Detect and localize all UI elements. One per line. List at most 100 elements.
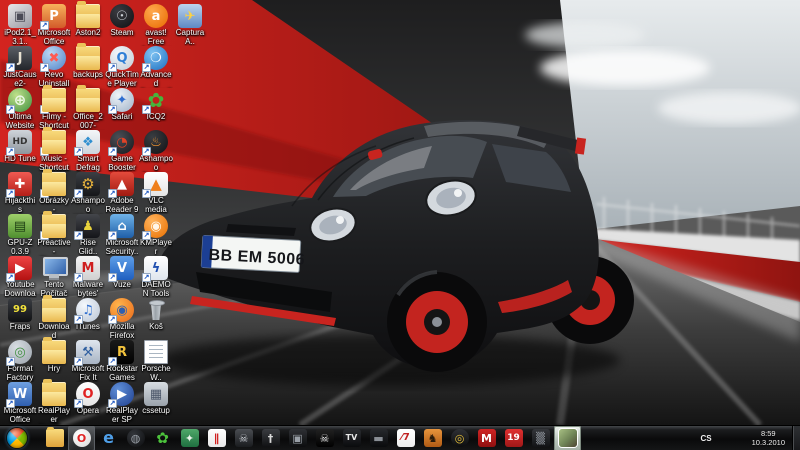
desktop-icon-kmplayer[interactable]: ◉ ↗ KMPlayer [139,214,173,256]
app-icon: ⊕ [14,93,27,108]
taskbar-app-icon: ▣ [292,433,302,444]
app-icon: P [49,10,59,23]
taskbar-game-emblem-button[interactable]: ◎ [446,426,473,450]
desktop-icon-fixit-center[interactable]: ⚒ ↗ Microsoft Fix It Center [71,340,105,382]
taskbar-game-armor-button[interactable]: ☠ [230,426,257,450]
desktop-icon-daemon-tools[interactable]: ϟ ↗ DAEMON Tools Lite [139,256,173,298]
language-indicator[interactable]: CS [697,434,716,443]
desktop-icon-safari[interactable]: ✦ ↗ Safari [105,88,139,130]
desktop-icon-gpuz[interactable]: ▤ GPU-Z 0.3.9 [3,214,37,256]
desktop-icon-smart-defrag[interactable]: ❖ ↗ Smart Defrag [71,130,105,172]
desktop-icon-rise-glid[interactable]: ♟ ↗ Rise Glid.. [71,214,105,256]
desktop-icon-ultima-website[interactable]: ⊕ ↗ Ultima Website [3,88,37,130]
desktop-icon-ashampoo-burning[interactable]: ♨ ↗ Ashampoo Burning .. [139,130,173,172]
desktop-icon-obrazky-folder[interactable]: ↗ Obrázky - Shortcut [37,172,71,214]
desktop-icon-hry-folder[interactable]: Hry [37,340,71,382]
desktop-icon-adobe-reader[interactable]: ▲ ↗ Adobe Reader 9 [105,172,139,214]
desktop-icon-firefox[interactable]: ◉ ↗ Mozilla Firefox [105,298,139,340]
desktop-icon-vlc[interactable]: ▲ ↗ VLC media player [139,172,173,214]
taskbar-game-green-button[interactable]: ✦ [176,426,203,450]
taskbar-game-19-button[interactable]: 19 [500,426,527,450]
desktop-icon-office2007-folder[interactable]: Office_2007-instalátor [71,88,105,130]
app-icon: R [117,346,127,359]
desktop-icon-format-factory[interactable]: ◎ ↗ Format Factory [3,340,37,382]
desktop-icon-justcause2[interactable]: J ↗ JustCause2-skidrow [3,46,37,88]
taskbar-game-monitor-button[interactable]: ▣ [284,426,311,450]
taskbar-game-orange-button[interactable]: ♞ [419,426,446,450]
system-tray: CS 8:59 10.3.2010 [697,426,800,450]
desktop-icon-tento-pocitac[interactable]: Tento Počítač [37,256,71,298]
desktop-icon-music-folder[interactable]: ↗ Music - Shortcut [37,130,71,172]
desktop-icon-rockstar[interactable]: R ↗ Rockstar Games Soci.. [105,340,139,382]
taskbar-game-skull-button[interactable]: ☠ [311,426,338,450]
desktop-icon-avast[interactable]: a avast! Free Antivirus [139,4,173,46]
desktop-icon-steam[interactable]: ☉ Steam [105,4,139,46]
app-icon: ✦ [117,94,128,107]
taskbar-game-dark-button[interactable]: ▬ [365,426,392,450]
desktop-icon-recycle-bin[interactable]: Koš [139,298,173,340]
icon-label: JustCause2-skidrow [3,71,37,88]
icon-label: Safari [105,113,139,122]
desktop-icon-powerpoint[interactable]: P ↗ Microsoft Office Po.. [37,4,71,46]
app-icon: ▲ [117,178,127,191]
desktop-icon-quicktime[interactable]: Q ↗ QuickTime Player [105,46,139,88]
desktop-icon-ms-security[interactable]: ⌂ ↗ Microsoft Security.. [105,214,139,256]
desktop-icon-aston2-folder[interactable]: Aston2 [71,4,105,46]
shortcut-arrow-icon: ↗ [74,231,83,240]
desktop-icon-game-booster[interactable]: ◔ ↗ Game Booster [105,130,139,172]
taskbar-nfs-shift-button[interactable]: ∥ [203,426,230,450]
taskbar-gta-button[interactable]: ◍ [122,426,149,450]
icon-label: Rockstar Games Soci.. [105,365,139,382]
app-icon: ♫ [82,304,94,317]
desktop-icon-hd-tune[interactable]: HD ↗ HD Tune [3,130,37,172]
clock[interactable]: 8:59 10.3.2010 [746,429,792,447]
desktop-icon-cssetup[interactable]: ▦ cssetup [139,382,173,424]
desktop-icon-icq[interactable]: ✿ ↗ ICQ2 [139,88,173,130]
app-icon: ⌂ [117,220,126,233]
start-button[interactable] [6,427,28,449]
app-icon: ♟ [82,220,94,233]
app-icon: ▶ [15,262,25,275]
desktop-icon-realplayer-sp[interactable]: ▶ ↗ RealPlayer SP [105,382,139,424]
taskbar-game-pixel-button[interactable]: ▒ [527,426,554,450]
license-plate: BB EM 5006 [201,235,306,272]
desktop-icon-advanced-systemcare[interactable]: ❍ ↗ Advanced SystemCare [139,46,173,88]
taskbar-app-icon: ♞ [428,433,438,444]
desktop-icon-youtube-downloader[interactable]: ▶ ↗ Youtube Download.. [3,256,37,298]
desktop-icon-backups-folder[interactable]: backups [71,46,105,88]
desktop-icon-itunes[interactable]: ♫ ↗ iTunes [71,298,105,340]
show-desktop-button[interactable] [792,426,800,450]
taskbar-slash7-button[interactable]: ⁄7 [392,426,419,450]
taskbar-explorer-button[interactable] [41,426,68,450]
app-icon: ❍ [150,52,162,65]
icon-label: RealPlayer Downloads [37,407,71,424]
desktop-icon-revo-uninstaller[interactable]: ✖ ↗ Revo Uninstaller [37,46,71,88]
desktop[interactable]: BB EM 5006 ▣ iPod2.1_3.1.. [0,0,800,450]
desktop-icon-filmy-folder[interactable]: ↗ Filmy - Shortcut [37,88,71,130]
taskbar-game-assassin-button[interactable]: † [257,426,284,450]
icon-label: KMPlayer [139,239,173,256]
desktop-icon-preactive-folder[interactable]: ↗ Preactive - Shortcut [37,214,71,256]
app-icon: ⚒ [82,346,94,359]
desktop-icon-word[interactable]: W ↗ Microsoft Office Wo.. [3,382,37,424]
icon-label: DAEMON Tools Lite [139,281,173,298]
taskbar-icq-button[interactable]: ✿ [149,426,176,450]
desktop-icon-winoptimizer[interactable]: ⚙ ↗ Ashampoo WinOptimi.. [71,172,105,214]
desktop-icon-vuze[interactable]: V ↗ Vuze [105,256,139,298]
desktop-icon-hijackthis[interactable]: ✚ ↗ Hijackthis [3,172,37,214]
taskbar-tv-button[interactable]: TV [338,426,365,450]
desktop-icon-malwarebytes[interactable]: M ↗ Malwarebytes' Anti-Malware [71,256,105,298]
icon-label: Office_2007-instalátor [71,113,105,130]
icon-label: backups [71,71,105,80]
desktop-icon-fraps[interactable]: 99 Fraps [3,298,37,340]
desktop-icon-porsche-doc[interactable]: Porsche W.. [139,340,173,382]
desktop-icon-download-folder[interactable]: Download programů [37,298,71,340]
taskbar-photo-viewer-button[interactable] [554,426,581,450]
taskbar-opera-button[interactable]: O [68,426,95,450]
desktop-icon-captura[interactable]: ✈ Captura A.. [173,4,207,46]
desktop-icon-realplayer-folder[interactable]: RealPlayer Downloads [37,382,71,424]
desktop-icon-ipod-firmware[interactable]: ▣ iPod2.1_3.1.. [3,4,37,46]
taskbar-ie-button[interactable]: e [95,426,122,450]
desktop-icon-opera[interactable]: O ↗ Opera [71,382,105,424]
taskbar-mafia-button[interactable]: M [473,426,500,450]
